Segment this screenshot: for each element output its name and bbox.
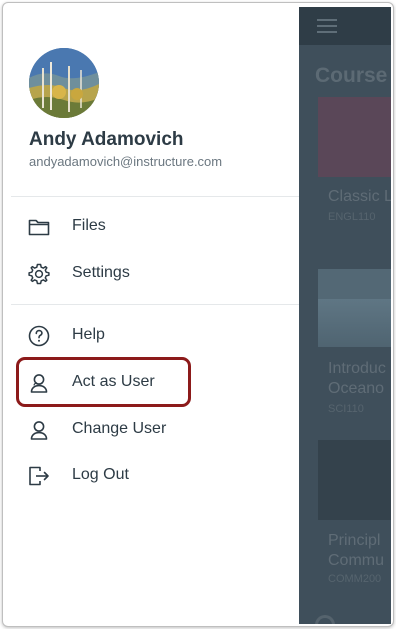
navigation-drawer: Andy Adamovich andyadamovich@instructure… — [7, 7, 299, 624]
course-card-title[interactable]: Principl — [328, 531, 380, 551]
course-card-code: COMM200 — [328, 573, 382, 585]
course-card-code: SCI110 — [328, 403, 364, 415]
divider — [11, 304, 299, 305]
menu-label: Files — [72, 217, 106, 234]
device-frame: Course Classic L ENGL110 Introduc Oceano… — [2, 2, 394, 627]
menu-label: Log Out — [72, 466, 129, 483]
question-circle-icon — [27, 324, 51, 348]
gear-icon — [27, 262, 51, 286]
dimmed-dashboard[interactable]: Course Classic L ENGL110 Introduc Oceano… — [299, 7, 391, 624]
highlight-annotation — [16, 357, 191, 407]
menu-item-help[interactable]: Help — [7, 316, 299, 356]
course-card-code: ENGL110 — [328, 211, 376, 223]
user-icon — [27, 418, 51, 442]
menu-label: Change User — [72, 420, 167, 437]
course-card-image[interactable] — [318, 269, 391, 347]
menu-item-files[interactable]: Files — [7, 207, 299, 247]
menu-item-log-out[interactable]: Log Out — [7, 456, 299, 496]
user-name: Andy Adamovich — [29, 129, 184, 150]
logout-icon — [27, 464, 51, 488]
menu-label: Settings — [72, 264, 130, 281]
course-card-title[interactable]: Classic L — [328, 187, 391, 207]
hamburger-menu-icon[interactable] — [317, 19, 337, 33]
partial-card-edge — [315, 615, 335, 624]
course-card-image[interactable] — [318, 440, 391, 520]
user-email: andyadamovich@instructure.com — [29, 154, 223, 169]
courses-heading: Course — [315, 64, 388, 87]
dashboard-topbar — [299, 7, 391, 45]
course-card-title-line2[interactable]: Oceano — [328, 379, 384, 399]
course-card-image[interactable] — [318, 97, 391, 177]
avatar[interactable] — [29, 48, 99, 118]
menu-item-change-user[interactable]: Change User — [7, 410, 299, 450]
menu-label: Help — [72, 326, 105, 343]
course-card-title[interactable]: Introduc — [328, 359, 386, 379]
divider — [11, 196, 299, 197]
avatar-photo — [29, 48, 99, 118]
menu-item-settings[interactable]: Settings — [7, 254, 299, 294]
folder-icon — [27, 215, 51, 239]
course-card-title-line2[interactable]: Commu — [328, 551, 384, 571]
